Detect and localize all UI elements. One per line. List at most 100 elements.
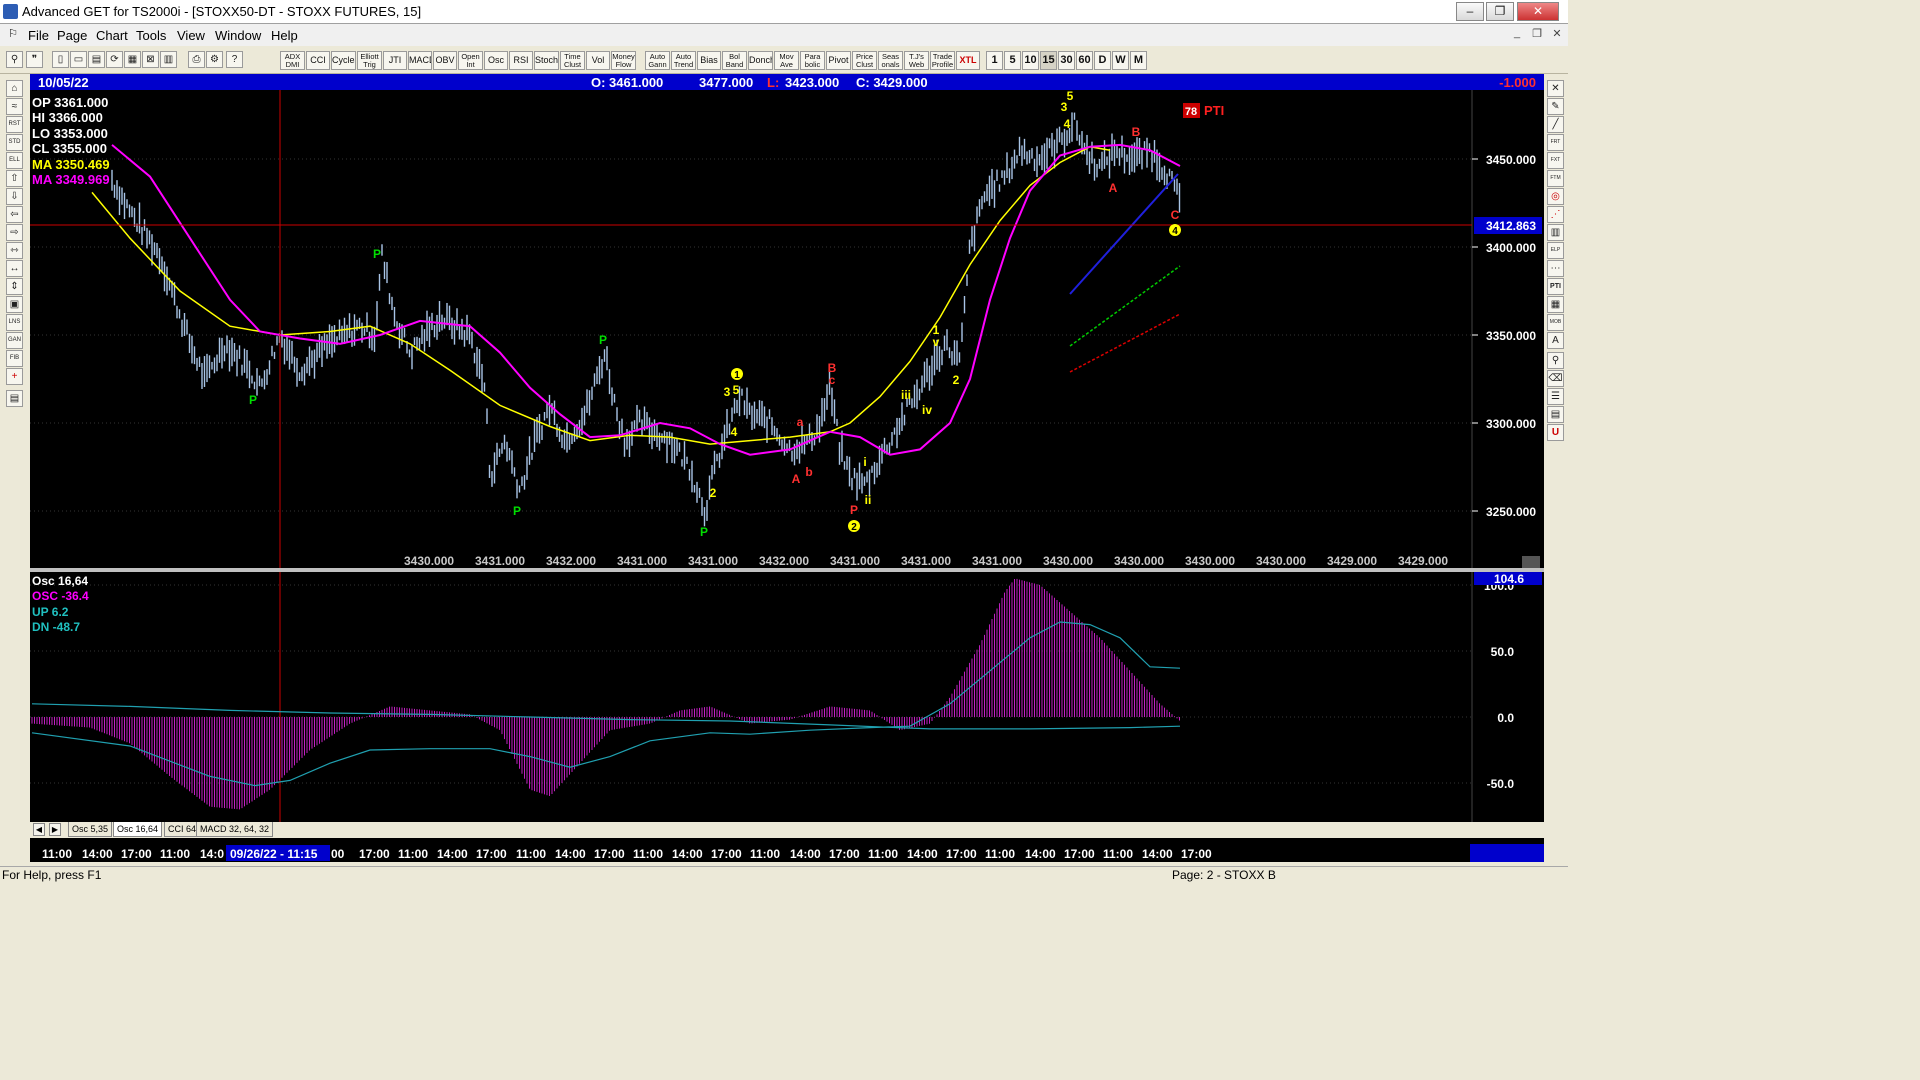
study-button-auto-gann[interactable]: Auto Gann (645, 51, 670, 70)
text-tool-icon[interactable]: A (1547, 332, 1564, 349)
template-icon[interactable]: ▤ (6, 390, 23, 407)
menu-file[interactable]: File (28, 28, 49, 43)
timeframe-button-d[interactable]: D (1094, 51, 1111, 70)
mdi-restore-button[interactable]: ❐ (1528, 27, 1546, 43)
study-button-para-bolic[interactable]: Para bolic (800, 51, 825, 70)
quote-icon[interactable]: ❞ (26, 51, 43, 68)
close-button[interactable]: ✕ (1517, 2, 1559, 21)
study-button-seas-onals[interactable]: Seas onals (878, 51, 903, 70)
channel-icon[interactable]: ▥ (1547, 224, 1564, 241)
study-button-open-int[interactable]: Open Int (458, 51, 483, 70)
study-button-bol-band[interactable]: Bol Band (722, 51, 747, 70)
minimize-button[interactable]: ‒ (1456, 2, 1484, 21)
study-button-time-clust[interactable]: Time Clust (560, 51, 585, 70)
chart-open-icon[interactable]: ▤ (88, 51, 105, 68)
study-button-jti[interactable]: JTI (383, 51, 407, 70)
study-button-obv[interactable]: OBV (433, 51, 457, 70)
menu-view[interactable]: View (177, 28, 205, 43)
fib-time-icon[interactable]: FTM (1547, 170, 1564, 187)
hint-icon[interactable]: ⚙ (206, 51, 223, 68)
list-icon[interactable]: ☰ (1547, 388, 1564, 405)
timeframe-button-w[interactable]: W (1112, 51, 1129, 70)
ellipse-icon[interactable]: ELP (1547, 242, 1564, 259)
study-button-adx-dmi[interactable]: ADX DMI (280, 51, 305, 70)
tile-icon[interactable]: ▦ (124, 51, 141, 68)
time-axis[interactable]: 11:00 14:00 17:00 11:00 14:0 17:00 11:00 14:00 1… (30, 844, 1544, 862)
remove-icon[interactable]: ✕ (1547, 80, 1564, 97)
menu-help[interactable]: Help (271, 28, 298, 43)
arrow-down-icon[interactable]: ⇩ (6, 188, 23, 205)
new-page-icon[interactable]: ▯ (52, 51, 69, 68)
open-icon[interactable]: ⌂ (6, 80, 23, 97)
gann-icon[interactable]: GAN (6, 332, 23, 349)
lines-icon[interactable]: LNS (6, 314, 23, 331)
study-icon[interactable]: STD (6, 134, 23, 151)
elliott-icon[interactable]: ELL (6, 152, 23, 169)
study-button-cycles[interactable]: Cycles (331, 51, 356, 70)
close-chart-icon[interactable]: ⊠ (142, 51, 159, 68)
grid-tool-icon[interactable]: ▦ (1547, 296, 1564, 313)
study-button-money-flow[interactable]: Money Flow (611, 51, 636, 70)
scale-icon[interactable]: ⇕ (6, 278, 23, 295)
study-button-rsi[interactable]: RSI (509, 51, 533, 70)
line-tool-icon[interactable]: ╱ (1547, 116, 1564, 133)
study-button-price-clust[interactable]: Price Clust (852, 51, 877, 70)
study-button-auto-trend[interactable]: Auto Trend (671, 51, 696, 70)
circle-icon[interactable]: ◎ (1547, 188, 1564, 205)
study-button-pivot[interactable]: Pivot (826, 51, 851, 70)
undo-icon[interactable]: U (1547, 424, 1564, 441)
menu-tools[interactable]: Tools (136, 28, 166, 43)
menu-chart[interactable]: Chart (96, 28, 128, 43)
arrow-up-icon[interactable]: ⇧ (6, 170, 23, 187)
fib-icon[interactable]: FIB (6, 350, 23, 367)
reset-icon[interactable]: RST (6, 116, 23, 133)
arrow-left-icon[interactable]: ⇦ (6, 206, 23, 223)
panel-separator[interactable] (30, 568, 1544, 572)
menu-window[interactable]: Window (215, 28, 261, 43)
tab-next-button[interactable]: ▶ (49, 823, 61, 836)
zoom-icon[interactable]: ≈ (6, 98, 23, 115)
timeframe-button-60[interactable]: 60 (1076, 51, 1093, 70)
page-icon[interactable]: ▭ (70, 51, 87, 68)
fib-ext-icon[interactable]: FXT (1547, 152, 1564, 169)
tab-macd[interactable]: MACD 32, 64, 32 (196, 822, 274, 837)
timeframe-button-1[interactable]: 1 (986, 51, 1003, 70)
refresh-icon[interactable]: ⟳ (106, 51, 123, 68)
timeframe-button-10[interactable]: 10 (1022, 51, 1039, 70)
tab-osc-5-35[interactable]: Osc 5,35 (68, 822, 113, 837)
help-icon[interactable]: ? (226, 51, 243, 68)
mdi-close-button[interactable]: ✕ (1548, 27, 1566, 43)
mdi-minimize-button[interactable]: _ (1508, 27, 1526, 43)
document-icon[interactable]: ⚐ (4, 27, 22, 43)
table-icon[interactable]: ▤ (1547, 406, 1564, 423)
timeframe-button-m[interactable]: M (1130, 51, 1147, 70)
study-button-t-j-s-web[interactable]: T.J's Web (904, 51, 929, 70)
study-button-donch[interactable]: Donch (748, 51, 773, 70)
fib-ret-icon[interactable]: FRT (1547, 134, 1564, 151)
study-button-macd[interactable]: MACD (408, 51, 432, 70)
study-button-osc[interactable]: Osc (484, 51, 508, 70)
study-button-vol[interactable]: Vol (586, 51, 610, 70)
study-button-trade-profile[interactable]: Trade Profile (930, 51, 955, 70)
tab-cci-64[interactable]: CCI 64 (164, 822, 201, 837)
study-button-cci[interactable]: CCI (306, 51, 330, 70)
expand-icon[interactable]: ↔ (6, 260, 23, 277)
timeframe-button-30[interactable]: 30 (1058, 51, 1075, 70)
tab-osc-16-64[interactable]: Osc 16,64 (113, 822, 163, 837)
study-button-xtl[interactable]: XTL (956, 51, 980, 70)
pin-icon[interactable]: ⚲ (6, 51, 23, 68)
arrow-right-icon[interactable]: ⇨ (6, 224, 23, 241)
print-icon[interactable]: ⎙ (188, 51, 205, 68)
maximize-button[interactable]: ❐ (1486, 2, 1514, 21)
chart-area[interactable]: 10/05/22 O: 3461.000 3477.000 L: 3423.00… (30, 74, 1544, 844)
study-button-mov-ave[interactable]: Mov Ave (774, 51, 799, 70)
pti-icon[interactable]: PTI (1547, 278, 1564, 295)
magnify-icon[interactable]: ⚲ (1547, 352, 1564, 369)
compress-icon[interactable]: ⇿ (6, 242, 23, 259)
study-button-elliott-trig[interactable]: Elliott Trig (357, 51, 382, 70)
crosshair-icon[interactable]: + (6, 368, 23, 385)
timeframe-button-5[interactable]: 5 (1004, 51, 1021, 70)
eraser-icon[interactable]: ⌫ (1547, 370, 1564, 387)
mob-icon[interactable]: MOB (1547, 314, 1564, 331)
box-icon[interactable]: ▣ (6, 296, 23, 313)
